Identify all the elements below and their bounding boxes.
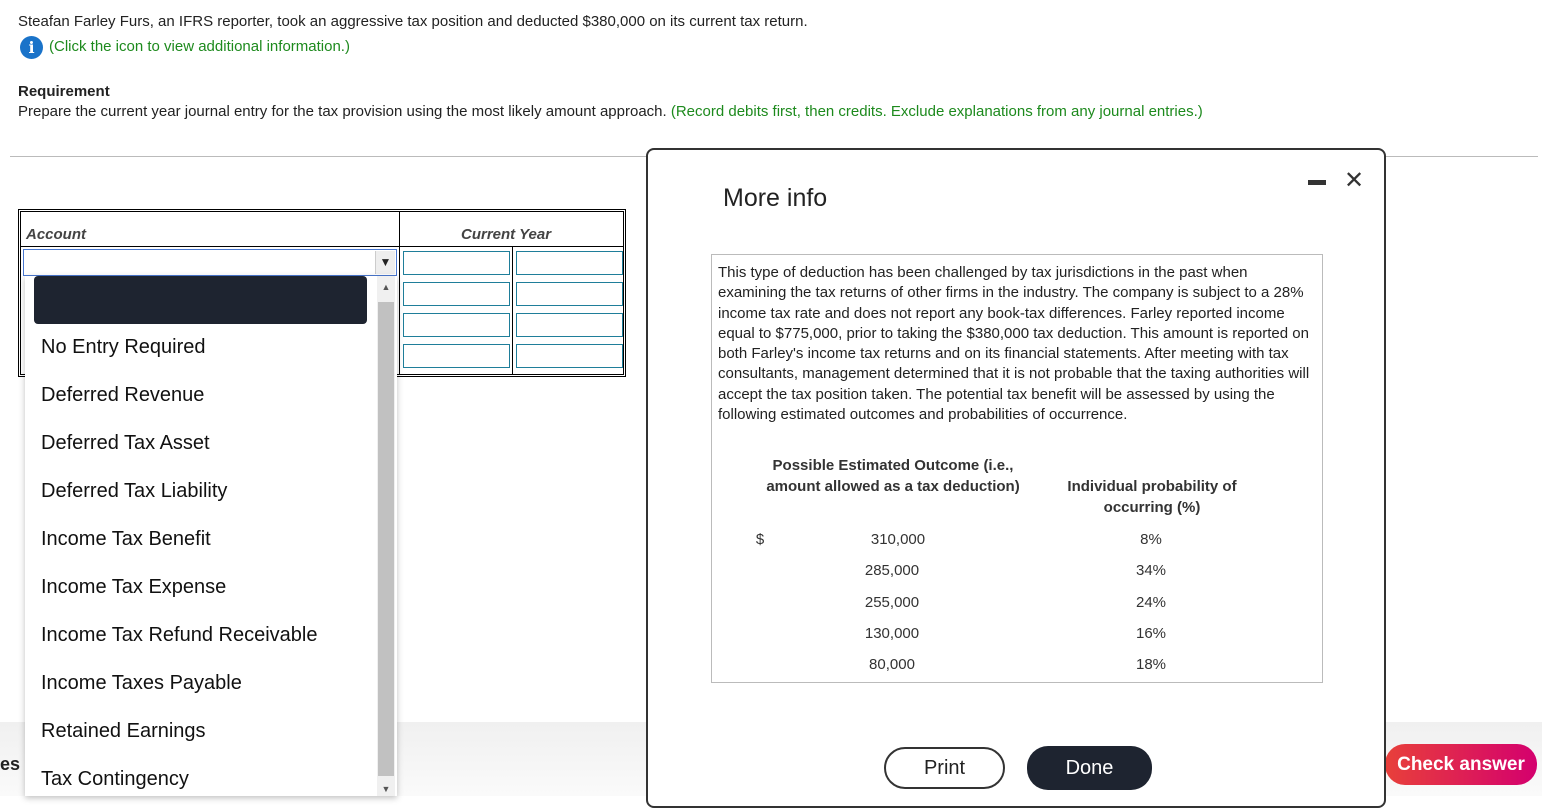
print-button[interactable]: Print (884, 747, 1005, 789)
outcome-probability: 24% (1135, 594, 1167, 611)
account-select[interactable]: ▼ (23, 249, 397, 276)
credit-input[interactable] (516, 313, 623, 337)
outcome-header: Possible Estimated Outcome (i.e., amount… (766, 457, 1020, 495)
outcome-amount: 285,000 (864, 562, 920, 579)
dropdown-option[interactable]: Income Tax Expense (41, 576, 226, 599)
info-box: This type of deduction has been challeng… (711, 254, 1323, 683)
scroll-down-icon[interactable]: ▼ (377, 784, 395, 794)
chevron-down-icon[interactable]: ▼ (375, 251, 395, 274)
outcome-probability: 8% (1140, 531, 1162, 548)
outcome-probability: 34% (1135, 562, 1167, 579)
probability-header: Individual probability of occurring (%) (1067, 478, 1237, 516)
col-divider (512, 246, 513, 374)
current-year-header: Current Year (461, 226, 552, 243)
currency-symbol: $ (755, 531, 765, 548)
account-dropdown: No Entry Required Deferred Revenue Defer… (25, 276, 397, 796)
done-button[interactable]: Done (1027, 746, 1152, 790)
dropdown-option[interactable]: Deferred Tax Asset (41, 432, 210, 455)
scroll-thumb[interactable] (378, 302, 394, 776)
dropdown-option[interactable]: No Entry Required (41, 336, 206, 359)
requirement-text: Prepare the current year journal entry f… (18, 103, 1203, 120)
col-divider (399, 212, 400, 374)
minimize-icon[interactable] (1308, 180, 1326, 185)
credit-input[interactable] (516, 344, 623, 368)
info-body: This type of deduction has been challeng… (718, 264, 1310, 424)
dropdown-option[interactable]: Deferred Revenue (41, 384, 204, 407)
requirement-instruction: Prepare the current year journal entry f… (18, 103, 667, 120)
dropdown-option-blank[interactable] (34, 276, 367, 324)
close-icon[interactable]: ✕ (1344, 166, 1364, 195)
dropdown-option[interactable]: Deferred Tax Liability (41, 480, 227, 503)
outcome-probability: 18% (1135, 656, 1167, 673)
dropdown-option[interactable]: Retained Earnings (41, 720, 206, 743)
debit-input[interactable] (403, 344, 510, 368)
info-icon[interactable]: i (20, 36, 43, 59)
scroll-up-icon[interactable]: ▲ (377, 282, 395, 292)
footer-text: es (0, 754, 21, 774)
debit-input[interactable] (403, 282, 510, 306)
row-divider (21, 246, 623, 247)
credit-input[interactable] (516, 251, 623, 275)
dropdown-option[interactable]: Income Tax Refund Receivable (41, 624, 317, 647)
outcome-amount: 310,000 (870, 531, 926, 548)
dropdown-option[interactable]: Income Tax Benefit (41, 528, 211, 551)
outcome-probability: 16% (1135, 625, 1167, 642)
info-link[interactable]: (Click the icon to view additional infor… (49, 38, 350, 55)
check-answer-button[interactable]: Check answer (1385, 744, 1537, 785)
outcome-amount: 80,000 (869, 656, 915, 673)
requirement-label: Requirement (18, 83, 110, 100)
outcome-amount: 255,000 (864, 594, 920, 611)
debit-input[interactable] (403, 313, 510, 337)
requirement-note: (Record debits first, then credits. Excl… (670, 103, 1203, 120)
dropdown-option[interactable]: Income Taxes Payable (41, 672, 242, 695)
dialog-title: More info (723, 184, 828, 212)
more-info-dialog: More info ✕ This type of deduction has b… (646, 148, 1386, 808)
dropdown-scrollbar[interactable]: ▲ ▼ (377, 276, 395, 796)
account-header: Account (26, 226, 86, 243)
question-text: Steafan Farley Furs, an IFRS reporter, t… (18, 13, 808, 30)
debit-input[interactable] (403, 251, 510, 275)
dropdown-option[interactable]: Tax Contingency (41, 768, 189, 791)
outcome-amount: 130,000 (864, 625, 920, 642)
credit-input[interactable] (516, 282, 623, 306)
